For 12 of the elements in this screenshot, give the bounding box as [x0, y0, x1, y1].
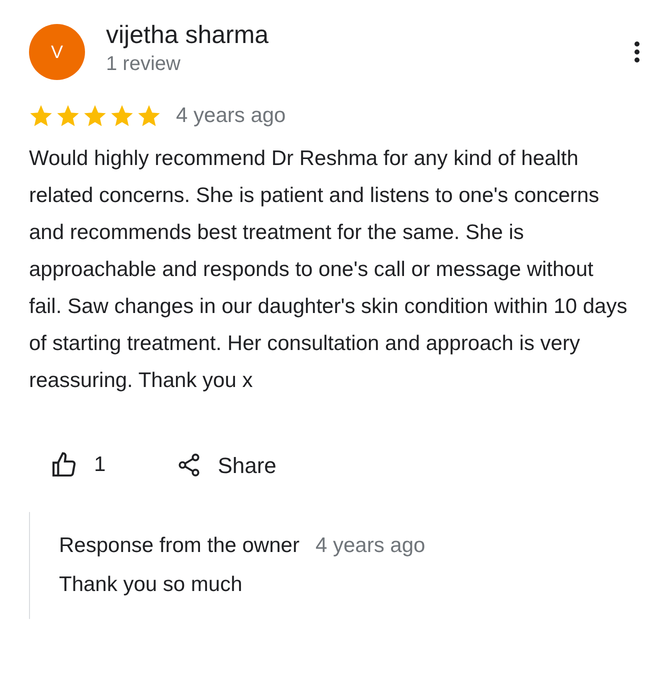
review-text: Would highly recommend Dr Reshma for any kind of health related concerns. She is patient and listens to one's concerns and recommends best treatment for the same. She is approachable and responds to one's call or message without fail. Saw changes in our daughter's skin condition within 10 days of starting treatment. Her consultation and approach is very reassuring. Thank you x: [29, 146, 628, 394]
reviewer-name[interactable]: vijetha sharma: [106, 20, 269, 50]
share-button[interactable]: Share: [176, 448, 276, 482]
review-time: 4 years ago: [176, 103, 286, 129]
response-title: Response from the owner: [59, 532, 300, 558]
more-icon: [634, 41, 640, 63]
response-time: 4 years ago: [315, 532, 426, 558]
response-text: Thank you so much: [59, 572, 244, 598]
like-button[interactable]: 1: [50, 449, 106, 481]
review-count: 1 review: [106, 52, 182, 77]
share-icon: [176, 452, 202, 478]
thumbs-up-icon: [50, 451, 78, 479]
